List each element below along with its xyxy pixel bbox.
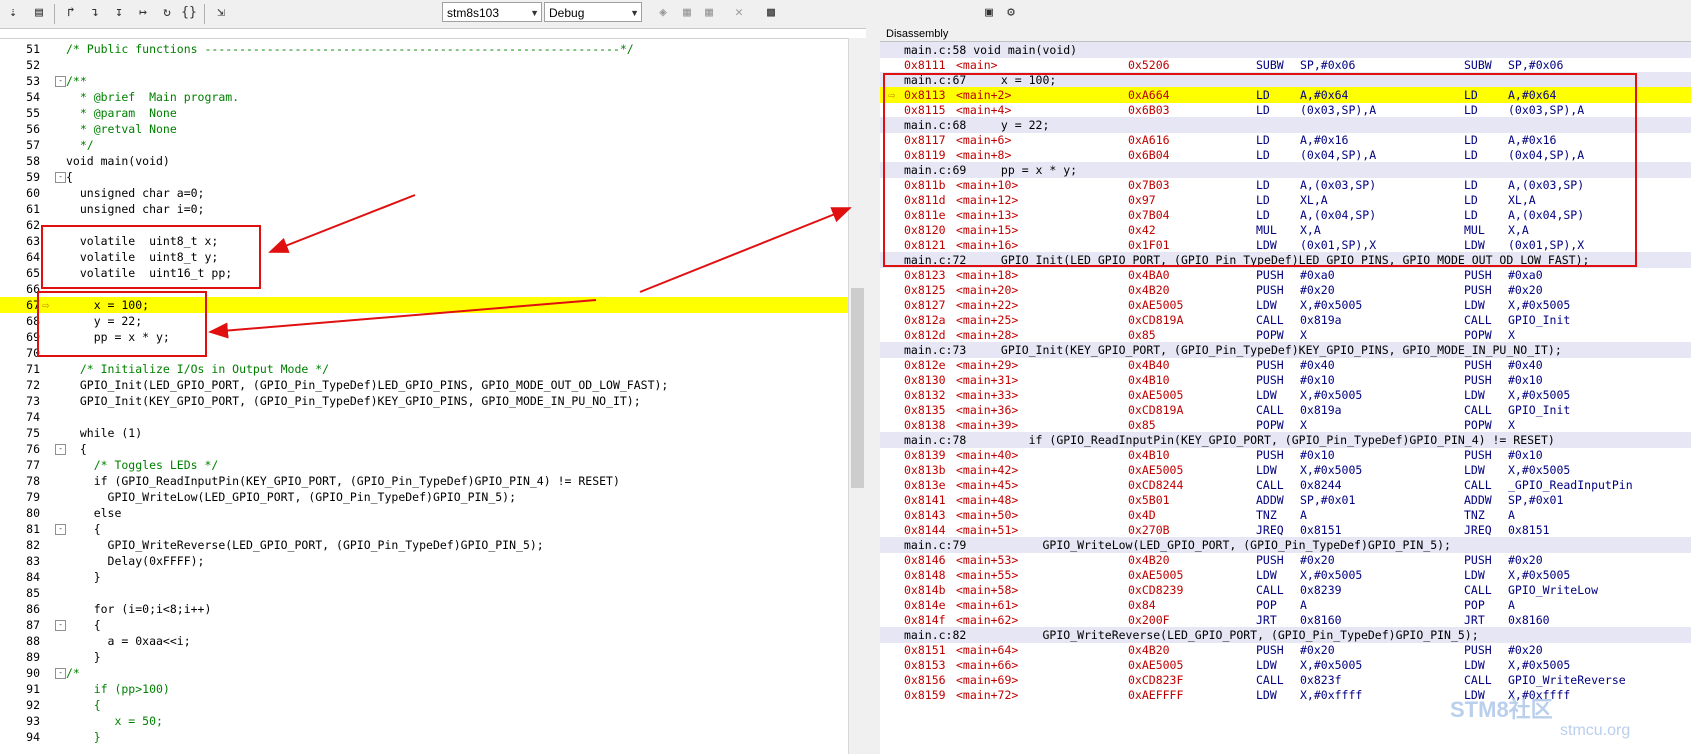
highlight-box-disassembly: [883, 73, 1637, 267]
watermark-logo: STM8社区: [1450, 697, 1553, 722]
highlight-box-declarations: [41, 225, 261, 289]
arrow-to-declarations: [268, 194, 416, 253]
watermark-url: stmcu.org: [1560, 722, 1631, 739]
highlight-box-statements: [37, 291, 207, 357]
annotation-layer: [37, 73, 1637, 357]
arrow-to-statements: [208, 299, 597, 339]
arrow-to-disassembly: [639, 207, 852, 293]
